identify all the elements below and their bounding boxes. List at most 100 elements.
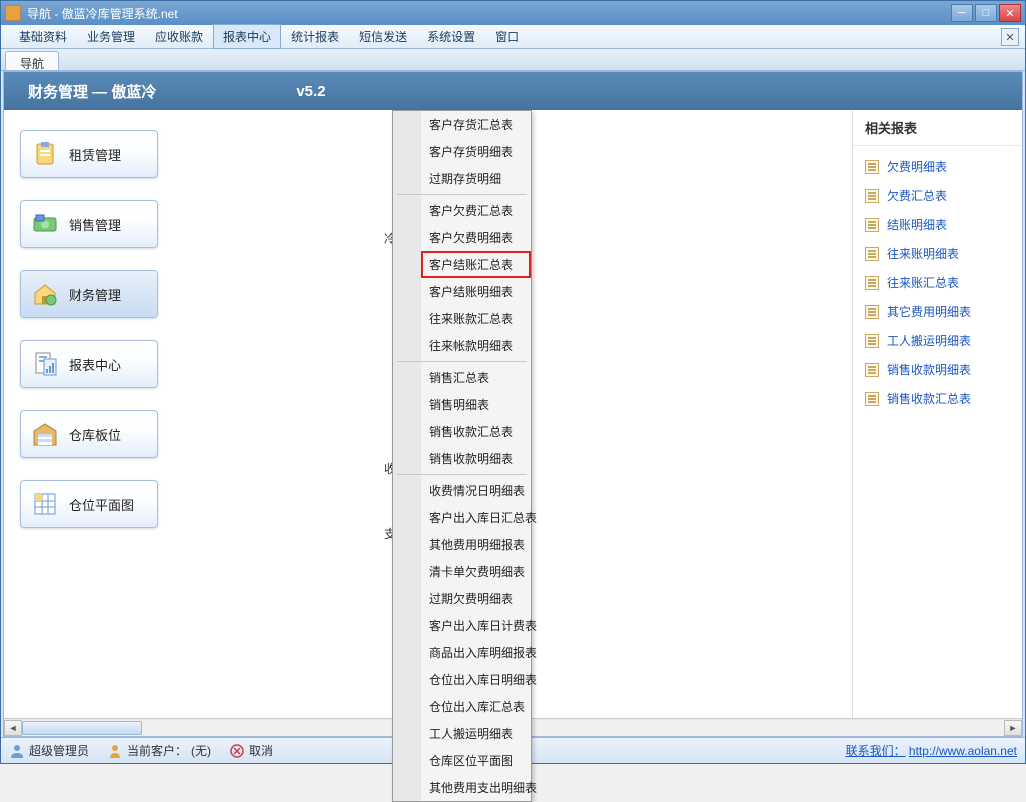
menu-应收账款[interactable]: 应收账款 — [145, 24, 213, 49]
menu-基础资料[interactable]: 基础资料 — [9, 24, 77, 49]
menu-item-客户存货明细表[interactable]: 客户存货明细表 — [421, 138, 531, 165]
scroll-thumb[interactable] — [22, 721, 142, 735]
page-header: 财务管理 — 傲蓝冷 v5.2 — [4, 72, 1022, 110]
menu-业务管理[interactable]: 业务管理 — [77, 24, 145, 49]
tab-strip: 导航 — [1, 49, 1025, 71]
person-icon — [107, 743, 123, 759]
related-reports-panel: 相关报表 欠费明细表欠费汇总表结账明细表往来账明细表往来账汇总表其它费用明细表工… — [852, 110, 1022, 718]
related-report-label: 销售收款明细表 — [887, 361, 971, 378]
report-icon — [865, 276, 879, 290]
titlebar: 导航 - 傲蓝冷库管理系统.net ─ □ ✕ — [1, 1, 1025, 25]
related-report-销售收款汇总表[interactable]: 销售收款汇总表 — [861, 384, 1014, 413]
app-icon — [5, 5, 21, 21]
menu-item-往来帐款明细表[interactable]: 往来帐款明细表 — [421, 332, 531, 359]
sidebar-报表中心[interactable]: 报表中心 — [20, 340, 158, 388]
sidebar-label: 销售管理 — [69, 215, 121, 234]
page-body: 租赁管理销售管理财务管理报表中心仓库板位仓位平面图 客户存货汇总表客户存货明细表… — [4, 110, 1022, 718]
related-report-工人搬运明细表[interactable]: 工人搬运明细表 — [861, 326, 1014, 355]
related-report-销售收款明细表[interactable]: 销售收款明细表 — [861, 355, 1014, 384]
content-area: 财务管理 — 傲蓝冷 v5.2 租赁管理销售管理财务管理报表中心仓库板位仓位平面… — [3, 71, 1023, 737]
related-report-欠费明细表[interactable]: 欠费明细表 — [861, 152, 1014, 181]
client-value: (无) — [191, 742, 211, 759]
related-report-往来账汇总表[interactable]: 往来账汇总表 — [861, 268, 1014, 297]
menu-item-销售收款明细表[interactable]: 销售收款明细表 — [421, 445, 531, 472]
status-cancel[interactable]: 取消 — [229, 742, 273, 759]
menu-item-客户结账明细表[interactable]: 客户结账明细表 — [421, 278, 531, 305]
report-icon — [865, 247, 879, 261]
close-button[interactable]: ✕ — [999, 4, 1021, 22]
menu-item-客户欠费汇总表[interactable]: 客户欠费汇总表 — [421, 197, 531, 224]
menu-item-仓库区位平面图[interactable]: 仓库区位平面图 — [421, 747, 531, 774]
related-report-label: 欠费汇总表 — [887, 187, 947, 204]
menu-系统设置[interactable]: 系统设置 — [417, 24, 485, 49]
tab-导航[interactable]: 导航 — [5, 51, 59, 70]
window-controls: ─ □ ✕ — [951, 4, 1021, 22]
report-icon — [865, 334, 879, 348]
related-report-label: 结账明细表 — [887, 216, 947, 233]
page-title: 财务管理 — 傲蓝冷 — [28, 81, 156, 102]
sidebar-仓库板位[interactable]: 仓库板位 — [20, 410, 158, 458]
mdi-close-button[interactable]: ✕ — [1001, 28, 1019, 46]
menu-item-销售汇总表[interactable]: 销售汇总表 — [421, 364, 531, 391]
sidebar-财务管理[interactable]: 财务管理 — [20, 270, 158, 318]
app-window: 导航 - 傲蓝冷库管理系统.net ─ □ ✕ 基础资料业务管理应收账款报表中心… — [0, 0, 1026, 764]
main-column: 客户存货汇总表客户存货明细表过期存货明细客户欠费汇总表客户欠费明细表客户结账汇总… — [164, 110, 852, 718]
menu-item-销售收款汇总表[interactable]: 销售收款汇总表 — [421, 418, 531, 445]
contact-link[interactable]: http://www.aolan.net — [909, 744, 1017, 758]
scroll-left-button[interactable]: ◄ — [4, 720, 22, 736]
sidebar-仓位平面图[interactable]: 仓位平面图 — [20, 480, 158, 528]
menu-item-销售明细表[interactable]: 销售明细表 — [421, 391, 531, 418]
menu-item-仓位出入库汇总表[interactable]: 仓位出入库汇总表 — [421, 693, 531, 720]
sidebar-销售管理[interactable]: 销售管理 — [20, 200, 158, 248]
sidebar-label: 仓库板位 — [69, 425, 121, 444]
menu-item-其他费用支出明细表[interactable]: 其他费用支出明细表 — [421, 774, 531, 801]
menu-item-工人搬运明细表[interactable]: 工人搬运明细表 — [421, 720, 531, 747]
sidebar-label: 租赁管理 — [69, 145, 121, 164]
menu-统计报表[interactable]: 统计报表 — [281, 24, 349, 49]
menu-报表中心[interactable]: 报表中心 — [213, 24, 281, 49]
related-report-label: 往来账汇总表 — [887, 274, 959, 291]
related-report-其它费用明细表[interactable]: 其它费用明细表 — [861, 297, 1014, 326]
menu-item-往来账款汇总表[interactable]: 往来账款汇总表 — [421, 305, 531, 332]
menu-item-仓位出入库日明细表[interactable]: 仓位出入库日明细表 — [421, 666, 531, 693]
related-report-label: 欠费明细表 — [887, 158, 947, 175]
report-icon — [865, 305, 879, 319]
maximize-button[interactable]: □ — [975, 4, 997, 22]
user-icon — [9, 743, 25, 759]
report-icon — [865, 160, 879, 174]
menu-item-清卡单欠费明细表[interactable]: 清卡单欠费明细表 — [421, 558, 531, 585]
menu-短信发送[interactable]: 短信发送 — [349, 24, 417, 49]
menu-item-过期存货明细[interactable]: 过期存货明细 — [421, 165, 531, 192]
menu-窗口[interactable]: 窗口 — [485, 24, 529, 49]
menu-item-商品出入库明细报表[interactable]: 商品出入库明细报表 — [421, 639, 531, 666]
related-report-结账明细表[interactable]: 结账明细表 — [861, 210, 1014, 239]
menu-item-客户出入库日汇总表[interactable]: 客户出入库日汇总表 — [421, 504, 531, 531]
warehouse-icon — [31, 420, 59, 448]
menu-item-客户存货汇总表[interactable]: 客户存货汇总表 — [421, 111, 531, 138]
client-label: 当前客户： — [127, 742, 187, 759]
menubar: 基础资料业务管理应收账款报表中心统计报表短信发送系统设置窗口 ✕ — [1, 25, 1025, 49]
menu-item-过期欠费明细表[interactable]: 过期欠费明细表 — [421, 585, 531, 612]
report-icon — [865, 189, 879, 203]
minimize-button[interactable]: ─ — [951, 4, 973, 22]
page-version: v5.2 — [296, 83, 325, 100]
related-report-往来账明细表[interactable]: 往来账明细表 — [861, 239, 1014, 268]
status-client: 当前客户： (无) — [107, 742, 211, 759]
sidebar-租赁管理[interactable]: 租赁管理 — [20, 130, 158, 178]
menu-item-客户结账汇总表[interactable]: 客户结账汇总表 — [421, 251, 531, 278]
scroll-right-button[interactable]: ► — [1004, 720, 1022, 736]
report-icon — [31, 350, 59, 378]
menu-item-客户出入库日计费表[interactable]: 客户出入库日计费表 — [421, 612, 531, 639]
menu-item-收费情况日明细表[interactable]: 收费情况日明细表 — [421, 477, 531, 504]
related-report-欠费汇总表[interactable]: 欠费汇总表 — [861, 181, 1014, 210]
report-icon — [865, 363, 879, 377]
related-report-label: 往来账明细表 — [887, 245, 959, 262]
grid-icon — [31, 490, 59, 518]
related-reports-list: 欠费明细表欠费汇总表结账明细表往来账明细表往来账汇总表其它费用明细表工人搬运明细… — [853, 146, 1022, 419]
menu-item-其他费用明细报表[interactable]: 其他费用明细报表 — [421, 531, 531, 558]
menu-item-客户欠费明细表[interactable]: 客户欠费明细表 — [421, 224, 531, 251]
status-user: 超级管理员 — [9, 742, 89, 759]
report-dropdown: 客户存货汇总表客户存货明细表过期存货明细客户欠费汇总表客户欠费明细表客户结账汇总… — [392, 110, 532, 802]
contact-label[interactable]: 联系我们： — [846, 744, 906, 758]
related-report-label: 工人搬运明细表 — [887, 332, 971, 349]
